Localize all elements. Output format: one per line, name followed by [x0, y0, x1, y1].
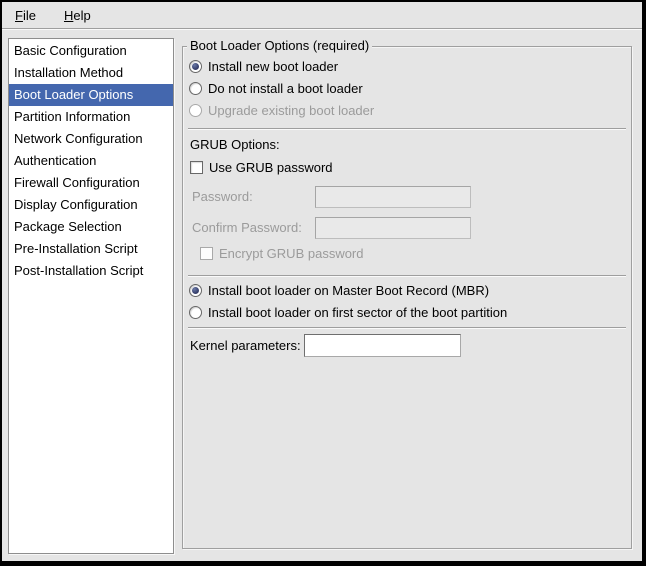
sidebar-item-authentication[interactable]: Authentication: [9, 150, 173, 172]
sidebar-item-partition-information[interactable]: Partition Information: [9, 106, 173, 128]
sidebar-item-basic-configuration[interactable]: Basic Configuration: [9, 40, 173, 62]
menu-file[interactable]: File: [12, 6, 39, 25]
menubar: File Help: [2, 2, 642, 29]
kernel-parameters-field[interactable]: [304, 334, 461, 357]
sidebar-item-installation-method[interactable]: Installation Method: [9, 62, 173, 84]
radio-install-on-first-sector[interactable]: Install boot loader on first sector of t…: [189, 305, 507, 320]
sidebar-item-display-configuration[interactable]: Display Configuration: [9, 194, 173, 216]
sidebar-item-firewall-configuration[interactable]: Firewall Configuration: [9, 172, 173, 194]
radio-install-new-boot-loader[interactable]: Install new boot loader: [189, 59, 338, 74]
menu-help-rest: elp: [73, 8, 90, 23]
password-field[interactable]: [315, 186, 471, 208]
kernel-parameters-label: Kernel parameters:: [190, 338, 301, 353]
use-grub-password-checkbox[interactable]: Use GRUB password: [190, 160, 333, 175]
password-label: Password:: [192, 189, 253, 204]
radio-unselected-icon[interactable]: [189, 306, 202, 319]
checkbox-unchecked-icon[interactable]: [190, 161, 203, 174]
sidebar-item-post-installation-script[interactable]: Post-Installation Script: [9, 260, 173, 282]
separator: [188, 275, 626, 277]
encrypt-grub-password-label: Encrypt GRUB password: [219, 246, 364, 261]
encrypt-grub-password-checkbox: Encrypt GRUB password: [200, 246, 364, 261]
radio-upgrade-label: Upgrade existing boot loader: [208, 103, 374, 118]
radio-install-on-mbr-label: Install boot loader on Master Boot Recor…: [208, 283, 489, 298]
menu-help[interactable]: Help: [61, 6, 94, 25]
radio-do-not-install-label: Do not install a boot loader: [208, 81, 363, 96]
radio-do-not-install-boot-loader[interactable]: Do not install a boot loader: [189, 81, 363, 96]
password-row: Password:: [192, 189, 253, 204]
radio-install-on-mbr[interactable]: Install boot loader on Master Boot Recor…: [189, 283, 489, 298]
grub-options-label: GRUB Options:: [190, 137, 280, 152]
confirm-password-field[interactable]: [315, 217, 471, 239]
frame-title: Boot Loader Options (required): [187, 38, 372, 53]
menu-help-mnemonic: H: [64, 8, 73, 23]
kickstart-configurator-window: File Help Basic Configuration Installati…: [0, 0, 646, 566]
radio-disabled-icon: [189, 104, 202, 117]
radio-selected-icon[interactable]: [189, 60, 202, 73]
boot-loader-options-frame: Boot Loader Options (required) Install n…: [182, 46, 632, 549]
separator: [188, 327, 626, 329]
confirm-password-label: Confirm Password:: [192, 220, 302, 235]
sidebar-item-package-selection[interactable]: Package Selection: [9, 216, 173, 238]
radio-unselected-icon[interactable]: [189, 82, 202, 95]
radio-selected-icon[interactable]: [189, 284, 202, 297]
checkbox-disabled-icon: [200, 247, 213, 260]
radio-install-on-first-sector-label: Install boot loader on first sector of t…: [208, 305, 507, 320]
menu-file-rest: ile: [23, 8, 36, 23]
use-grub-password-label: Use GRUB password: [209, 160, 333, 175]
kernel-parameters-row: Kernel parameters:: [190, 338, 301, 353]
menu-file-mnemonic: F: [15, 8, 23, 23]
grub-options-section: GRUB Options:: [190, 137, 280, 152]
category-list: Basic Configuration Installation Method …: [8, 38, 174, 554]
sidebar-item-network-configuration[interactable]: Network Configuration: [9, 128, 173, 150]
sidebar-item-boot-loader-options[interactable]: Boot Loader Options: [9, 84, 173, 106]
radio-install-new-label: Install new boot loader: [208, 59, 338, 74]
sidebar-item-pre-installation-script[interactable]: Pre-Installation Script: [9, 238, 173, 260]
confirm-password-row: Confirm Password:: [192, 220, 302, 235]
separator: [188, 128, 626, 130]
radio-upgrade-existing-boot-loader: Upgrade existing boot loader: [189, 103, 374, 118]
